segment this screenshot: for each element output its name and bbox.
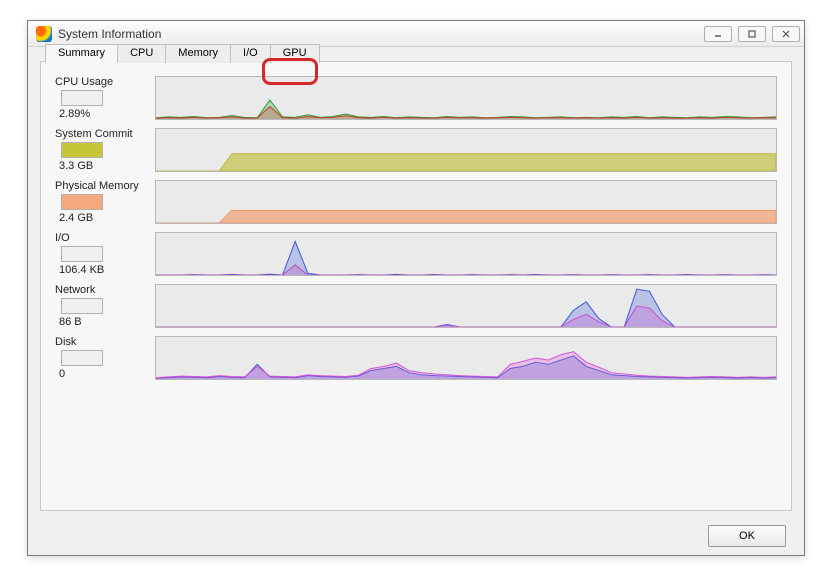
tab-memory[interactable]: Memory: [165, 44, 231, 63]
metric-left: Disk 0: [55, 336, 155, 380]
metric-label: Disk: [55, 336, 155, 348]
metric-left: Network 86 B: [55, 284, 155, 328]
metric-label: Physical Memory: [55, 180, 155, 192]
metric-swatch: [61, 194, 103, 210]
metric-swatch: [61, 90, 103, 106]
maximize-button[interactable]: [738, 26, 766, 42]
tab-panel: SummaryCPUMemoryI/OGPU CPU Usage2.89%Sys…: [40, 61, 792, 511]
ok-button[interactable]: OK: [708, 525, 786, 547]
dialog-footer: OK: [708, 525, 786, 547]
tab-io[interactable]: I/O: [230, 44, 271, 63]
metric-row-net: Network 86 B: [55, 284, 777, 328]
system-information-window: System Information SummaryCPUMemoryI/OGP…: [27, 20, 805, 556]
metric-label: I/O: [55, 232, 155, 244]
graph-net: [155, 284, 777, 328]
metric-left: I/O 106.4 KB: [55, 232, 155, 276]
graph-io: [155, 232, 777, 276]
metric-left: System Commit 3.3 GB: [55, 128, 155, 172]
metric-left: CPU Usage 2.89%: [55, 76, 155, 120]
metric-label: Network: [55, 284, 155, 296]
metric-row-commit: System Commit 3.3 GB: [55, 128, 777, 172]
metric-left: Physical Memory 2.4 GB: [55, 180, 155, 224]
metric-value: 106.4 KB: [59, 264, 155, 276]
metric-row-disk: Disk 0: [55, 336, 777, 380]
metric-swatch: [61, 246, 103, 262]
metric-row-cpu: CPU Usage 2.89%: [55, 76, 777, 120]
metric-row-io: I/O 106.4 KB: [55, 232, 777, 276]
metrics-area: CPU Usage 2.89% System Commit 3.3 GB Physica…: [41, 62, 791, 394]
close-button[interactable]: [772, 26, 800, 42]
tab-gpu[interactable]: GPU: [270, 44, 320, 63]
metric-value: 2.4 GB: [59, 212, 155, 224]
window-controls: [704, 26, 800, 42]
metric-swatch: [61, 142, 103, 158]
metric-value: 3.3 GB: [59, 160, 155, 172]
metric-row-phys: Physical Memory 2.4 GB: [55, 180, 777, 224]
metric-label: CPU Usage: [55, 76, 155, 88]
app-icon: [36, 26, 52, 42]
tab-summary[interactable]: Summary: [45, 44, 118, 63]
graph-disk: [155, 336, 777, 380]
metric-swatch: [61, 298, 103, 314]
metric-swatch: [61, 350, 103, 366]
graph-phys: [155, 180, 777, 224]
metric-value: 86 B: [59, 316, 155, 328]
metric-value: 2.89%: [59, 108, 155, 120]
graph-commit: [155, 128, 777, 172]
tabs-row: SummaryCPUMemoryI/OGPU: [45, 44, 319, 63]
window-title: System Information: [58, 27, 161, 41]
minimize-button[interactable]: [704, 26, 732, 42]
metric-label: System Commit: [55, 128, 155, 140]
graph-cpu: [155, 76, 777, 120]
metric-value: 0: [59, 368, 155, 380]
tab-cpu[interactable]: CPU: [117, 44, 166, 63]
